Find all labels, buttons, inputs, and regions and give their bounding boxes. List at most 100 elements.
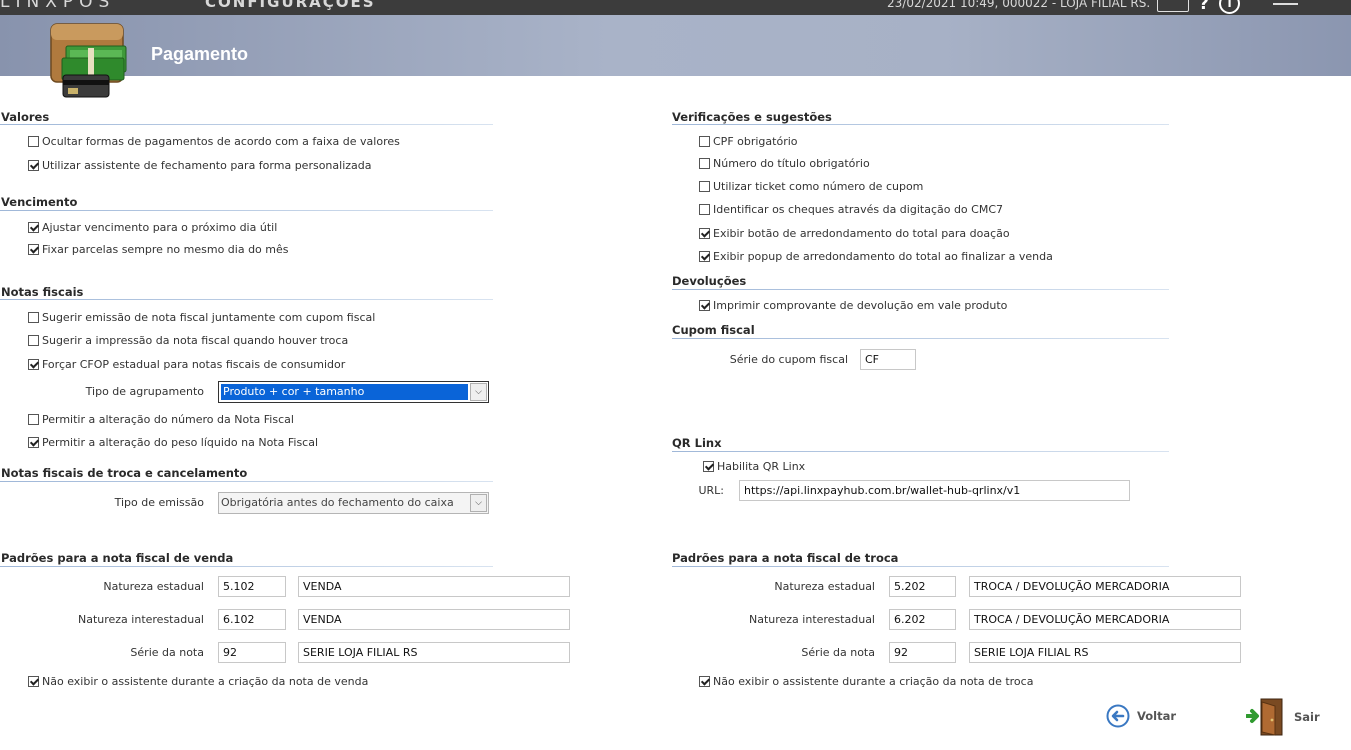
checkbox-sugerir-emissao[interactable]: Sugerir emissão de nota fiscal juntament… (28, 311, 375, 324)
checkbox-box[interactable] (28, 437, 39, 448)
checkbox-assistente-troca[interactable]: Não exibir o assistente durante a criaçã… (699, 675, 1033, 688)
checkbox-comprovante-devolucao[interactable]: Imprimir comprovante de devolução em val… (699, 299, 1007, 312)
checkbox-cheques-cmc7[interactable]: Identificar os cheques através da digita… (699, 203, 1003, 216)
info-icon[interactable]: i (1219, 0, 1240, 14)
section-valores: Valores (1, 110, 50, 124)
checkbox-assistente-venda[interactable]: Não exibir o assistente durante a criaçã… (28, 675, 368, 688)
divider (672, 124, 1169, 125)
checkbox-botao-arredondamento[interactable]: Exibir botão de arredondamento do total … (699, 227, 1010, 240)
checkbox-label: Exibir botão de arredondamento do total … (713, 227, 1010, 240)
divider (0, 210, 493, 211)
divider (672, 566, 1169, 567)
troca-serie-label: Série da nota (801, 646, 875, 659)
venda-natureza-estadual-desc[interactable]: VENDA (298, 576, 570, 597)
divider (0, 124, 493, 125)
back-arrow-icon (1106, 704, 1130, 728)
voltar-label: Voltar (1137, 709, 1177, 723)
screen-title: CONFIGURAÇÕES (205, 0, 376, 11)
checkbox-label: Permitir a alteração do peso líquido na … (42, 436, 319, 449)
checkbox-fixar-parcelas[interactable]: Fixar parcelas sempre no mesmo dia do mê… (28, 243, 289, 256)
checkbox-box[interactable] (699, 158, 710, 169)
url-input[interactable]: https://api.linxpayhub.com.br/wallet-hub… (739, 480, 1130, 501)
sair-button[interactable]: Sair (1246, 697, 1320, 737)
checkbox-label: Não exibir o assistente durante a criaçã… (42, 675, 369, 688)
chevron-down-icon[interactable]: ⌵ (470, 494, 487, 512)
checkbox-forcar-cfop[interactable]: Forçar CFOP estadual para notas fiscais … (28, 358, 345, 371)
checkbox-box[interactable] (28, 222, 39, 233)
troca-serie-code[interactable]: 92 (889, 642, 956, 663)
venda-natureza-interestadual-code[interactable]: 6.102 (218, 609, 286, 630)
checkbox-label: Não exibir o assistente durante a criaçã… (713, 675, 1034, 688)
checkbox-label: Sugerir emissão de nota fiscal juntament… (42, 311, 376, 324)
checkbox-assistente-fechamento[interactable]: Utilizar assistente de fechamento para f… (28, 159, 372, 172)
checkbox-numero-titulo[interactable]: Número do título obrigatório (699, 157, 870, 170)
checkbox-box[interactable] (28, 160, 39, 171)
emissao-select[interactable]: Obrigatória antes do fechamento do caixa… (218, 492, 489, 514)
checkbox-box[interactable] (699, 136, 710, 147)
checkbox-label: Ajustar vencimento para o próximo dia út… (42, 221, 278, 234)
checkbox-ticket-cupom[interactable]: Utilizar ticket como número de cupom (699, 180, 923, 193)
venda-natureza-estadual-code[interactable]: 5.102 (218, 576, 286, 597)
status-text: 23/02/2021 10:49, 000022 - LOJA FILIAL R… (887, 0, 1151, 10)
checkbox-ocultar-formas[interactable]: Ocultar formas de pagamentos de acordo c… (28, 135, 400, 148)
checkbox-box[interactable] (28, 414, 39, 425)
checkbox-box[interactable] (28, 676, 39, 687)
voltar-button[interactable]: Voltar (1106, 704, 1176, 728)
divider (0, 566, 493, 567)
checkbox-box[interactable] (699, 181, 710, 192)
section-troca-cancelamento: Notas fiscais de troca e cancelamento (1, 466, 248, 480)
agrupamento-select[interactable]: Produto + cor + tamanho ⌵ (218, 381, 489, 403)
checkbox-ajustar-vencimento[interactable]: Ajustar vencimento para o próximo dia út… (28, 221, 277, 234)
divider (672, 289, 1169, 290)
section-cupom-fiscal: Cupom fiscal (672, 323, 755, 337)
divider (672, 338, 1169, 339)
page-title: Pagamento (151, 44, 249, 64)
checkbox-box[interactable] (699, 204, 710, 215)
divider (0, 299, 493, 300)
checkbox-label: Imprimir comprovante de devolução em val… (713, 299, 1008, 312)
checkbox-popup-arredondamento[interactable]: Exibir popup de arredondamento do total … (699, 250, 1053, 263)
emissao-label: Tipo de emissão (114, 496, 204, 509)
serie-cupom-input[interactable]: CF (860, 349, 916, 370)
venda-serie-code[interactable]: 92 (218, 642, 286, 663)
checkbox-label: Sugerir a impressão da nota fiscal quand… (42, 334, 349, 347)
troca-natureza-estadual-code[interactable]: 5.202 (889, 576, 956, 597)
checkbox-label: Forçar CFOP estadual para notas fiscais … (42, 358, 346, 371)
agrupamento-label: Tipo de agrupamento (85, 385, 204, 398)
divider (672, 451, 1169, 452)
checkbox-cpf-obrigatorio[interactable]: CPF obrigatório (699, 135, 798, 148)
checkbox-box[interactable] (699, 300, 710, 311)
help-icon[interactable]: ? (1199, 0, 1209, 14)
page-header: Pagamento (0, 15, 1351, 76)
checkbox-habilita-qr-linx[interactable]: Habilita QR Linx (703, 460, 805, 473)
checkbox-box[interactable] (699, 228, 710, 239)
venda-natureza-estadual-label: Natureza estadual (103, 580, 204, 593)
section-vencimento: Vencimento (1, 195, 78, 209)
checkbox-box[interactable] (699, 251, 710, 262)
checkbox-label: Utilizar assistente de fechamento para f… (42, 159, 372, 172)
venda-natureza-interestadual-desc[interactable]: VENDA (298, 609, 570, 630)
troca-natureza-estadual-desc[interactable]: TROCA / DEVOLUÇÃO MERCADORIA (969, 576, 1241, 597)
section-padroes-troca: Padrões para a nota fiscal de troca (672, 551, 899, 565)
checkbox-box[interactable] (699, 676, 710, 687)
checkbox-box[interactable] (28, 359, 39, 370)
troca-serie-desc[interactable]: SERIE LOJA FILIAL RS (969, 642, 1241, 663)
chevron-down-icon[interactable]: ⌵ (470, 383, 487, 401)
exit-door-icon (1246, 698, 1283, 736)
checkbox-sugerir-impressao[interactable]: Sugerir a impressão da nota fiscal quand… (28, 334, 348, 347)
checkbox-box[interactable] (28, 335, 39, 346)
checkbox-box[interactable] (28, 244, 39, 255)
wallet-icon (50, 23, 127, 98)
troca-natureza-interestadual-desc[interactable]: TROCA / DEVOLUÇÃO MERCADORIA (969, 609, 1241, 630)
keyboard-icon[interactable] (1157, 0, 1189, 12)
menu-icon[interactable] (1273, 3, 1298, 5)
checkbox-box[interactable] (28, 312, 39, 323)
venda-serie-desc[interactable]: SERIE LOJA FILIAL RS (298, 642, 570, 663)
divider (0, 481, 493, 482)
checkbox-alterar-numero-nf[interactable]: Permitir a alteração do número da Nota F… (28, 413, 294, 426)
checkbox-box[interactable] (28, 136, 39, 147)
checkbox-alterar-peso[interactable]: Permitir a alteração do peso líquido na … (28, 436, 318, 449)
troca-natureza-estadual-label: Natureza estadual (774, 580, 875, 593)
checkbox-box[interactable] (703, 461, 714, 472)
troca-natureza-interestadual-code[interactable]: 6.202 (889, 609, 956, 630)
